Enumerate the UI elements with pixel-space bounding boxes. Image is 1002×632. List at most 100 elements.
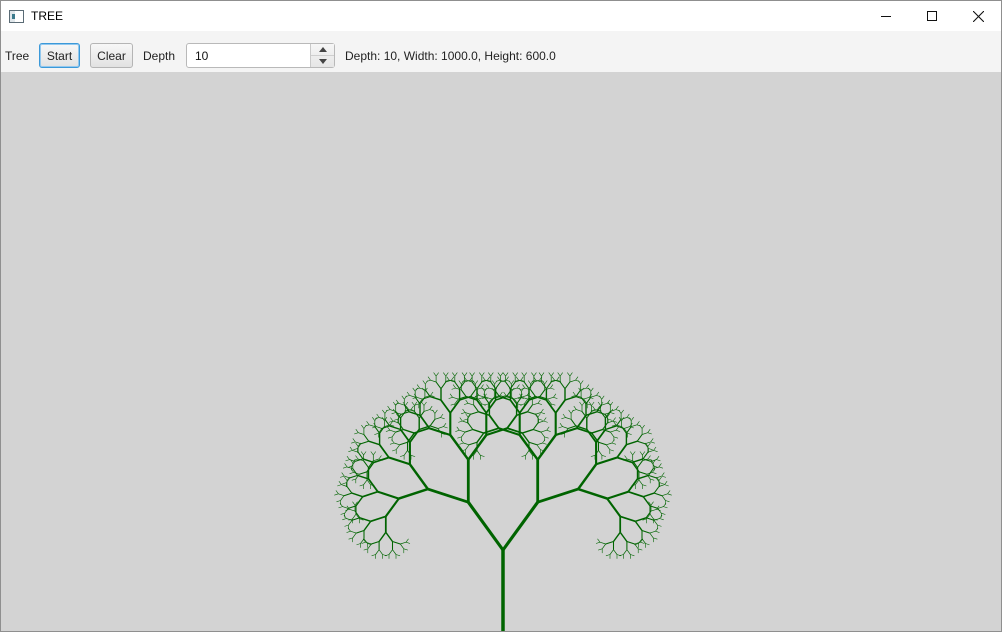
tree-branch (604, 411, 611, 419)
tree-branch (359, 471, 368, 475)
tree-branch (479, 372, 483, 377)
depth-spinner[interactable] (186, 43, 335, 68)
tree-branch (562, 426, 569, 429)
tree-branch (554, 399, 566, 414)
tree-branch (446, 376, 450, 381)
tree-branch (465, 399, 469, 404)
tree-branch (619, 515, 636, 523)
clear-button[interactable]: Clear (90, 43, 133, 68)
tree-branch (543, 417, 547, 422)
tree-branch (497, 376, 501, 381)
tree-branch (458, 380, 462, 385)
tree-branch (656, 456, 660, 460)
spinner-down-button[interactable] (311, 55, 334, 67)
tree-branch (559, 372, 563, 377)
tree-branch (353, 458, 359, 461)
tree-branch (661, 493, 668, 497)
tree-branch (385, 409, 391, 412)
tree-branch (541, 372, 545, 377)
tree-branch (470, 389, 476, 397)
tree-branch (661, 512, 666, 515)
close-button[interactable] (955, 1, 1001, 31)
tree-branch (376, 413, 380, 418)
tree-branch (597, 538, 601, 543)
tree-branch (661, 472, 665, 477)
tree-branch (537, 403, 543, 405)
spinner-up-button[interactable] (311, 44, 334, 55)
tree-branch (429, 418, 436, 427)
tree-branch (572, 391, 576, 396)
tree-branch (391, 431, 396, 438)
tree-branch (377, 490, 400, 500)
tree-branch (550, 387, 555, 390)
window-controls (863, 1, 1001, 31)
tree-branch (606, 490, 629, 500)
depth-input[interactable] (187, 44, 310, 67)
tree-branch (389, 442, 395, 445)
tree-branch (647, 455, 651, 460)
maximize-button[interactable] (909, 1, 955, 31)
tree-branch (468, 441, 478, 446)
tree-branch (343, 466, 348, 469)
tree-branch (659, 514, 663, 519)
tree-branch (422, 380, 426, 385)
tree-branch (557, 372, 561, 377)
tree-branch (338, 481, 342, 485)
tree-branch (387, 426, 391, 431)
tree-branch (650, 508, 657, 512)
tree-branch (661, 475, 666, 478)
tree-branch (512, 372, 516, 377)
tree-branch (378, 531, 387, 542)
tree-branch (551, 403, 556, 406)
tree-branch (536, 442, 543, 446)
tree-branch (624, 455, 628, 460)
tree-branch (636, 434, 643, 442)
drawing-canvas[interactable] (1, 72, 1001, 631)
tree-branch (645, 543, 650, 546)
tree-branch (502, 372, 506, 377)
tree-branch (361, 541, 366, 544)
tree-branch (642, 484, 647, 487)
tree-branch (656, 459, 661, 462)
tree-branch (359, 484, 364, 487)
tree-branch (640, 541, 645, 544)
tree-branch (610, 429, 617, 433)
tree-branch (410, 455, 416, 457)
tree-branch (538, 372, 542, 377)
tree-branch (655, 530, 660, 533)
tree-branch (388, 456, 411, 466)
tree-branch (667, 490, 671, 494)
tree-branch (639, 451, 643, 456)
tree-branch (451, 376, 455, 381)
tree-branch (471, 372, 475, 377)
tree-branch (457, 436, 462, 439)
start-button[interactable]: Start (39, 43, 80, 68)
tree-branch (543, 420, 548, 423)
tree-branch (499, 391, 503, 396)
title-bar[interactable]: TREE (1, 1, 1001, 31)
tree-branch (620, 409, 624, 414)
tree-branch (523, 372, 527, 377)
tree-branch (427, 487, 469, 504)
tree-branch (405, 395, 410, 397)
tree-branch (530, 389, 536, 397)
tree-branch (452, 372, 456, 377)
tree-branch (601, 455, 607, 457)
tree-branch (440, 413, 444, 418)
tree-branch (550, 372, 554, 377)
tree-branch (497, 372, 501, 377)
tree-branch (440, 381, 447, 390)
tree-branch (663, 506, 668, 509)
tree-branch (657, 508, 662, 514)
tree-branch (639, 424, 643, 429)
tree-branch (363, 451, 367, 456)
tree-branch (363, 434, 370, 442)
maximize-icon (927, 11, 937, 21)
tree-branch (350, 530, 357, 534)
minimize-button[interactable] (863, 1, 909, 31)
tree-branch (426, 379, 431, 382)
close-icon (972, 10, 984, 22)
tree-branch (461, 372, 465, 377)
tree-branch (401, 395, 405, 400)
tree-branch (592, 405, 596, 410)
